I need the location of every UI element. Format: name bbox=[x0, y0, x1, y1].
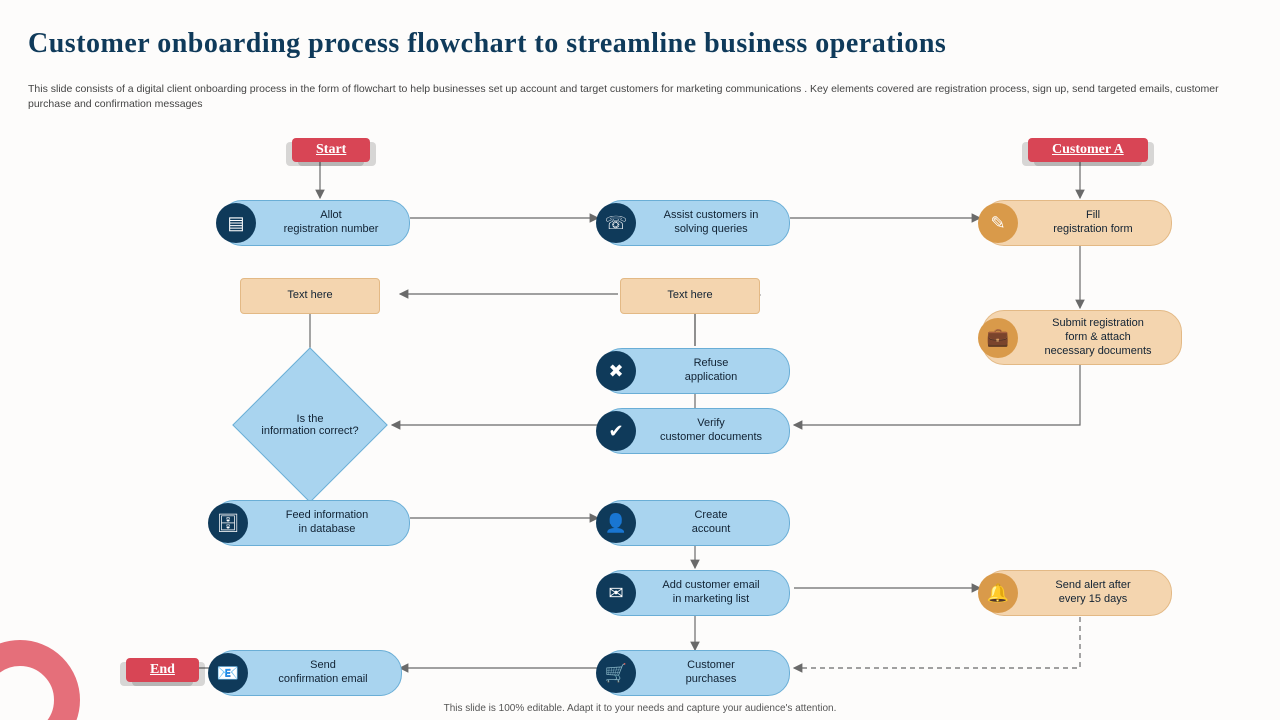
decision-node: Is theinformation correct? bbox=[235, 380, 385, 470]
flowchart-canvas: Start Customer A End ▤ Allotregistration… bbox=[0, 110, 1280, 700]
slide: Customer onboarding process flowchart to… bbox=[0, 0, 1280, 720]
end-band: End bbox=[126, 658, 199, 682]
document-icon: ▤ bbox=[216, 203, 256, 243]
customer-a-band: Customer A bbox=[1028, 138, 1148, 162]
slide-subtitle: This slide consists of a digital client … bbox=[28, 82, 1252, 111]
mail-icon: 📧 bbox=[208, 653, 248, 693]
cart-icon: 🛒 bbox=[596, 653, 636, 693]
verify-icon: ✔ bbox=[596, 411, 636, 451]
headset-icon: ☏ bbox=[596, 203, 636, 243]
text-placeholder-2: Text here bbox=[620, 278, 760, 314]
email-list-icon: ✉ bbox=[596, 573, 636, 613]
text-placeholder-1: Text here bbox=[240, 278, 380, 314]
bell-icon: 🔔 bbox=[978, 573, 1018, 613]
decision-text: Is theinformation correct? bbox=[235, 380, 385, 470]
refuse-icon: ✖ bbox=[596, 351, 636, 391]
form-icon: ✎ bbox=[978, 203, 1018, 243]
footer-note: This slide is 100% editable. Adapt it to… bbox=[0, 703, 1280, 714]
start-band: Start bbox=[292, 138, 370, 162]
slide-title: Customer onboarding process flowchart to… bbox=[28, 28, 946, 60]
database-icon: 🗄 bbox=[208, 503, 248, 543]
briefcase-icon: 💼 bbox=[978, 318, 1018, 358]
account-icon: 👤 bbox=[596, 503, 636, 543]
